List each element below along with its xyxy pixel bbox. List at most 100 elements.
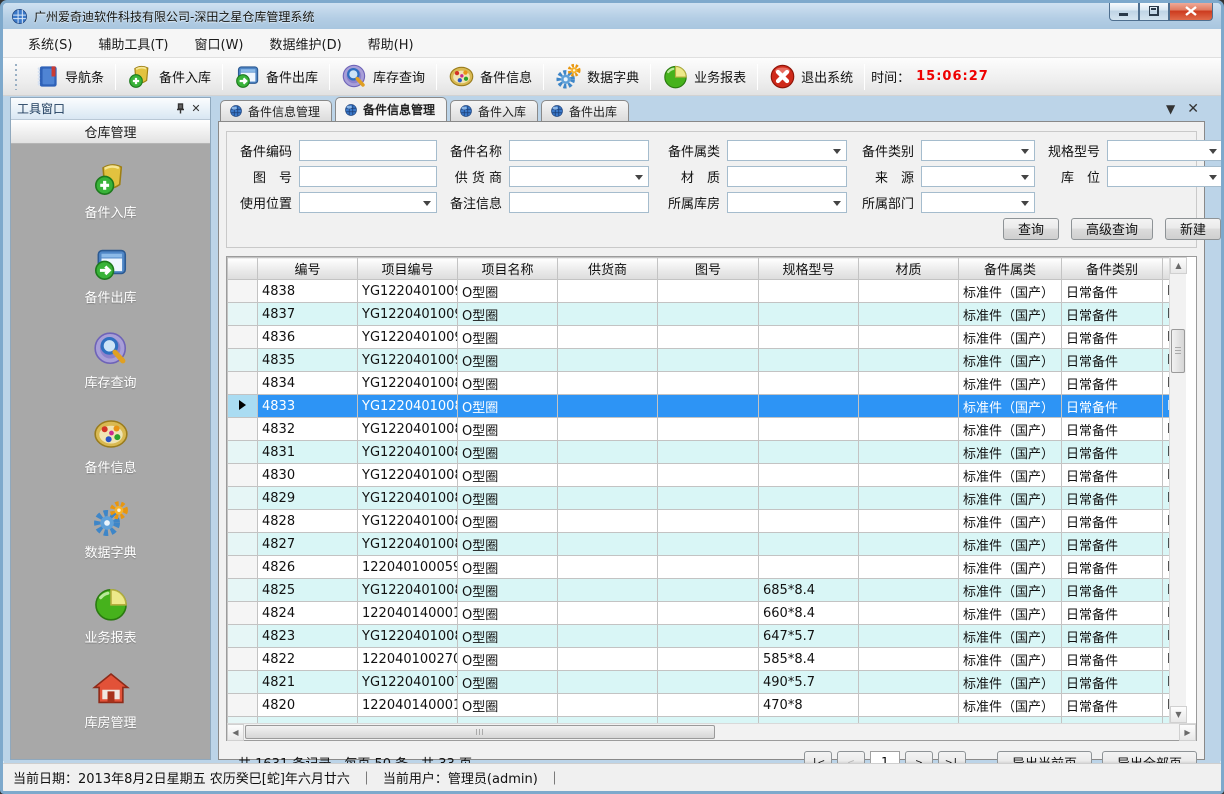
table-cell[interactable]: 4835 xyxy=(258,349,358,372)
horizontal-scrollbar[interactable]: ◀ ▶ xyxy=(227,723,1196,740)
table-cell[interactable]: 日常备件 xyxy=(1062,303,1163,326)
column-header-7[interactable]: 备件属类 xyxy=(959,258,1062,280)
table-cell[interactable] xyxy=(658,326,759,349)
titlebar[interactable]: 广州爱奇迪软件科技有限公司-深田之星仓库管理系统 xyxy=(3,3,1221,29)
row-selector[interactable] xyxy=(228,326,258,349)
table-cell[interactable] xyxy=(558,510,658,533)
table-cell[interactable]: YG12204010083 xyxy=(358,510,458,533)
table-cell[interactable] xyxy=(859,510,959,533)
table-cell[interactable]: O型圈 xyxy=(458,303,558,326)
toolbar-button-inventory-query[interactable]: 库存查询 xyxy=(332,60,434,93)
pin-icon[interactable] xyxy=(172,101,188,117)
table-cell[interactable]: 4829 xyxy=(258,487,358,510)
table-row[interactable]: 4836YG12204010091O型圈标准件（国产）日常备件M xyxy=(228,326,1170,349)
table-cell[interactable] xyxy=(658,671,759,694)
table-cell[interactable]: 日常备件 xyxy=(1062,395,1163,418)
table-cell[interactable]: YG12204010093 xyxy=(358,280,458,303)
field-spec-model-select[interactable] xyxy=(1107,140,1223,161)
row-selector[interactable] xyxy=(228,418,258,441)
table-cell[interactable]: 标准件（国产） xyxy=(959,671,1062,694)
table-cell[interactable]: 日常备件 xyxy=(1062,372,1163,395)
table-cell[interactable]: 日常备件 xyxy=(1062,349,1163,372)
scroll-up-icon[interactable]: ▲ xyxy=(1170,257,1187,274)
table-cell[interactable]: 标准件（国产） xyxy=(959,349,1062,372)
table-cell[interactable] xyxy=(658,694,759,717)
table-cell[interactable]: 490*5.7 xyxy=(759,671,859,694)
table-cell[interactable] xyxy=(859,694,959,717)
row-selector[interactable] xyxy=(228,694,258,717)
table-row[interactable]: 48241220401400012O型圈660*8.4标准件（国产）日常备件PC xyxy=(228,602,1170,625)
table-cell[interactable] xyxy=(558,648,658,671)
column-header-1[interactable]: 项目编号 xyxy=(358,258,458,280)
table-cell[interactable]: YG12204010082 xyxy=(358,533,458,556)
field-part-category-select[interactable] xyxy=(921,140,1035,161)
table-cell[interactable]: YG12204010089 xyxy=(358,372,458,395)
row-selector[interactable] xyxy=(228,579,258,602)
table-cell[interactable]: 4826 xyxy=(258,556,358,579)
table-cell[interactable] xyxy=(658,487,759,510)
table-cell[interactable] xyxy=(859,280,959,303)
table-row[interactable]: 4837YG12204010092O型圈标准件（国产）日常备件M xyxy=(228,303,1170,326)
row-selector[interactable] xyxy=(228,395,258,418)
close-icon[interactable]: ✕ xyxy=(188,101,204,117)
table-row[interactable]: 48201220401400013O型圈470*8标准件（国产）日常备件PC xyxy=(228,694,1170,717)
table-row[interactable]: 4830YG12204010085O型圈标准件（国产）日常备件M xyxy=(228,464,1170,487)
table-cell[interactable]: 标准件（国产） xyxy=(959,395,1062,418)
table-cell[interactable]: 日常备件 xyxy=(1062,602,1163,625)
table-cell[interactable]: 标准件（国产） xyxy=(959,533,1062,556)
row-selector[interactable] xyxy=(228,556,258,579)
table-cell[interactable] xyxy=(558,326,658,349)
table-row[interactable]: 4838YG12204010093O型圈标准件（国产）日常备件M xyxy=(228,280,1170,303)
table-cell[interactable]: YG12204010092 xyxy=(358,303,458,326)
table-cell[interactable] xyxy=(558,487,658,510)
table-cell[interactable]: YG12204010081 xyxy=(358,579,458,602)
column-header-5[interactable]: 规格型号 xyxy=(759,258,859,280)
field-location-select[interactable] xyxy=(1107,166,1223,187)
vertical-scrollbar[interactable]: ▲ ▼ xyxy=(1169,257,1186,723)
table-cell[interactable]: 日常备件 xyxy=(1062,533,1163,556)
table-cell[interactable]: 标准件（国产） xyxy=(959,487,1062,510)
scroll-right-icon[interactable]: ▶ xyxy=(1179,724,1196,741)
tab-close-icon[interactable]: ✕ xyxy=(1187,102,1199,116)
table-cell[interactable]: 日常备件 xyxy=(1062,556,1163,579)
sidebar-item-inventory-query[interactable]: 库存查询 xyxy=(11,326,210,395)
table-cell[interactable]: O型圈 xyxy=(458,671,558,694)
menu-item-2[interactable]: 窗口(W) xyxy=(182,30,257,57)
table-cell[interactable]: O型圈 xyxy=(458,510,558,533)
table-cell[interactable]: 日常备件 xyxy=(1062,487,1163,510)
minimize-button[interactable] xyxy=(1109,2,1139,21)
table-cell[interactable]: 685*8.4 xyxy=(759,579,859,602)
hscroll-thumb[interactable] xyxy=(245,725,715,739)
table-cell[interactable] xyxy=(658,280,759,303)
table-cell[interactable] xyxy=(658,349,759,372)
field-warehouse-select[interactable] xyxy=(727,192,847,213)
table-cell[interactable] xyxy=(558,579,658,602)
table-cell[interactable]: O型圈 xyxy=(458,280,558,303)
table-row[interactable]: 4828YG12204010083O型圈标准件（国产）日常备件M xyxy=(228,510,1170,533)
row-selector[interactable] xyxy=(228,441,258,464)
table-cell[interactable]: 4831 xyxy=(258,441,358,464)
table-row[interactable]: 4821YG12204010079O型圈490*5.7标准件（国产）日常备件PC xyxy=(228,671,1170,694)
table-cell[interactable] xyxy=(658,372,759,395)
table-cell[interactable]: 1220401002700 xyxy=(358,648,458,671)
table-cell[interactable] xyxy=(658,579,759,602)
table-cell[interactable] xyxy=(658,303,759,326)
table-cell[interactable] xyxy=(558,533,658,556)
table-cell[interactable]: YG12204010085 xyxy=(358,464,458,487)
row-selector[interactable] xyxy=(228,349,258,372)
table-cell[interactable] xyxy=(759,464,859,487)
table-cell[interactable] xyxy=(859,556,959,579)
field-drawing-no-input[interactable] xyxy=(299,166,437,187)
table-row[interactable]: 4832YG12204010087O型圈标准件（国产）日常备件M xyxy=(228,418,1170,441)
table-cell[interactable]: 标准件（国产） xyxy=(959,372,1062,395)
table-cell[interactable]: YG12204010091 xyxy=(358,326,458,349)
table-cell[interactable] xyxy=(558,671,658,694)
table-cell[interactable]: YG12204010086 xyxy=(358,441,458,464)
table-cell[interactable] xyxy=(558,441,658,464)
toolbar-button-data-dictionary[interactable]: 数据字典 xyxy=(546,60,648,93)
table-cell[interactable]: 4824 xyxy=(258,602,358,625)
table-cell[interactable] xyxy=(859,464,959,487)
table-cell[interactable] xyxy=(859,303,959,326)
table-cell[interactable]: 标准件（国产） xyxy=(959,441,1062,464)
column-header-3[interactable]: 供货商 xyxy=(558,258,658,280)
